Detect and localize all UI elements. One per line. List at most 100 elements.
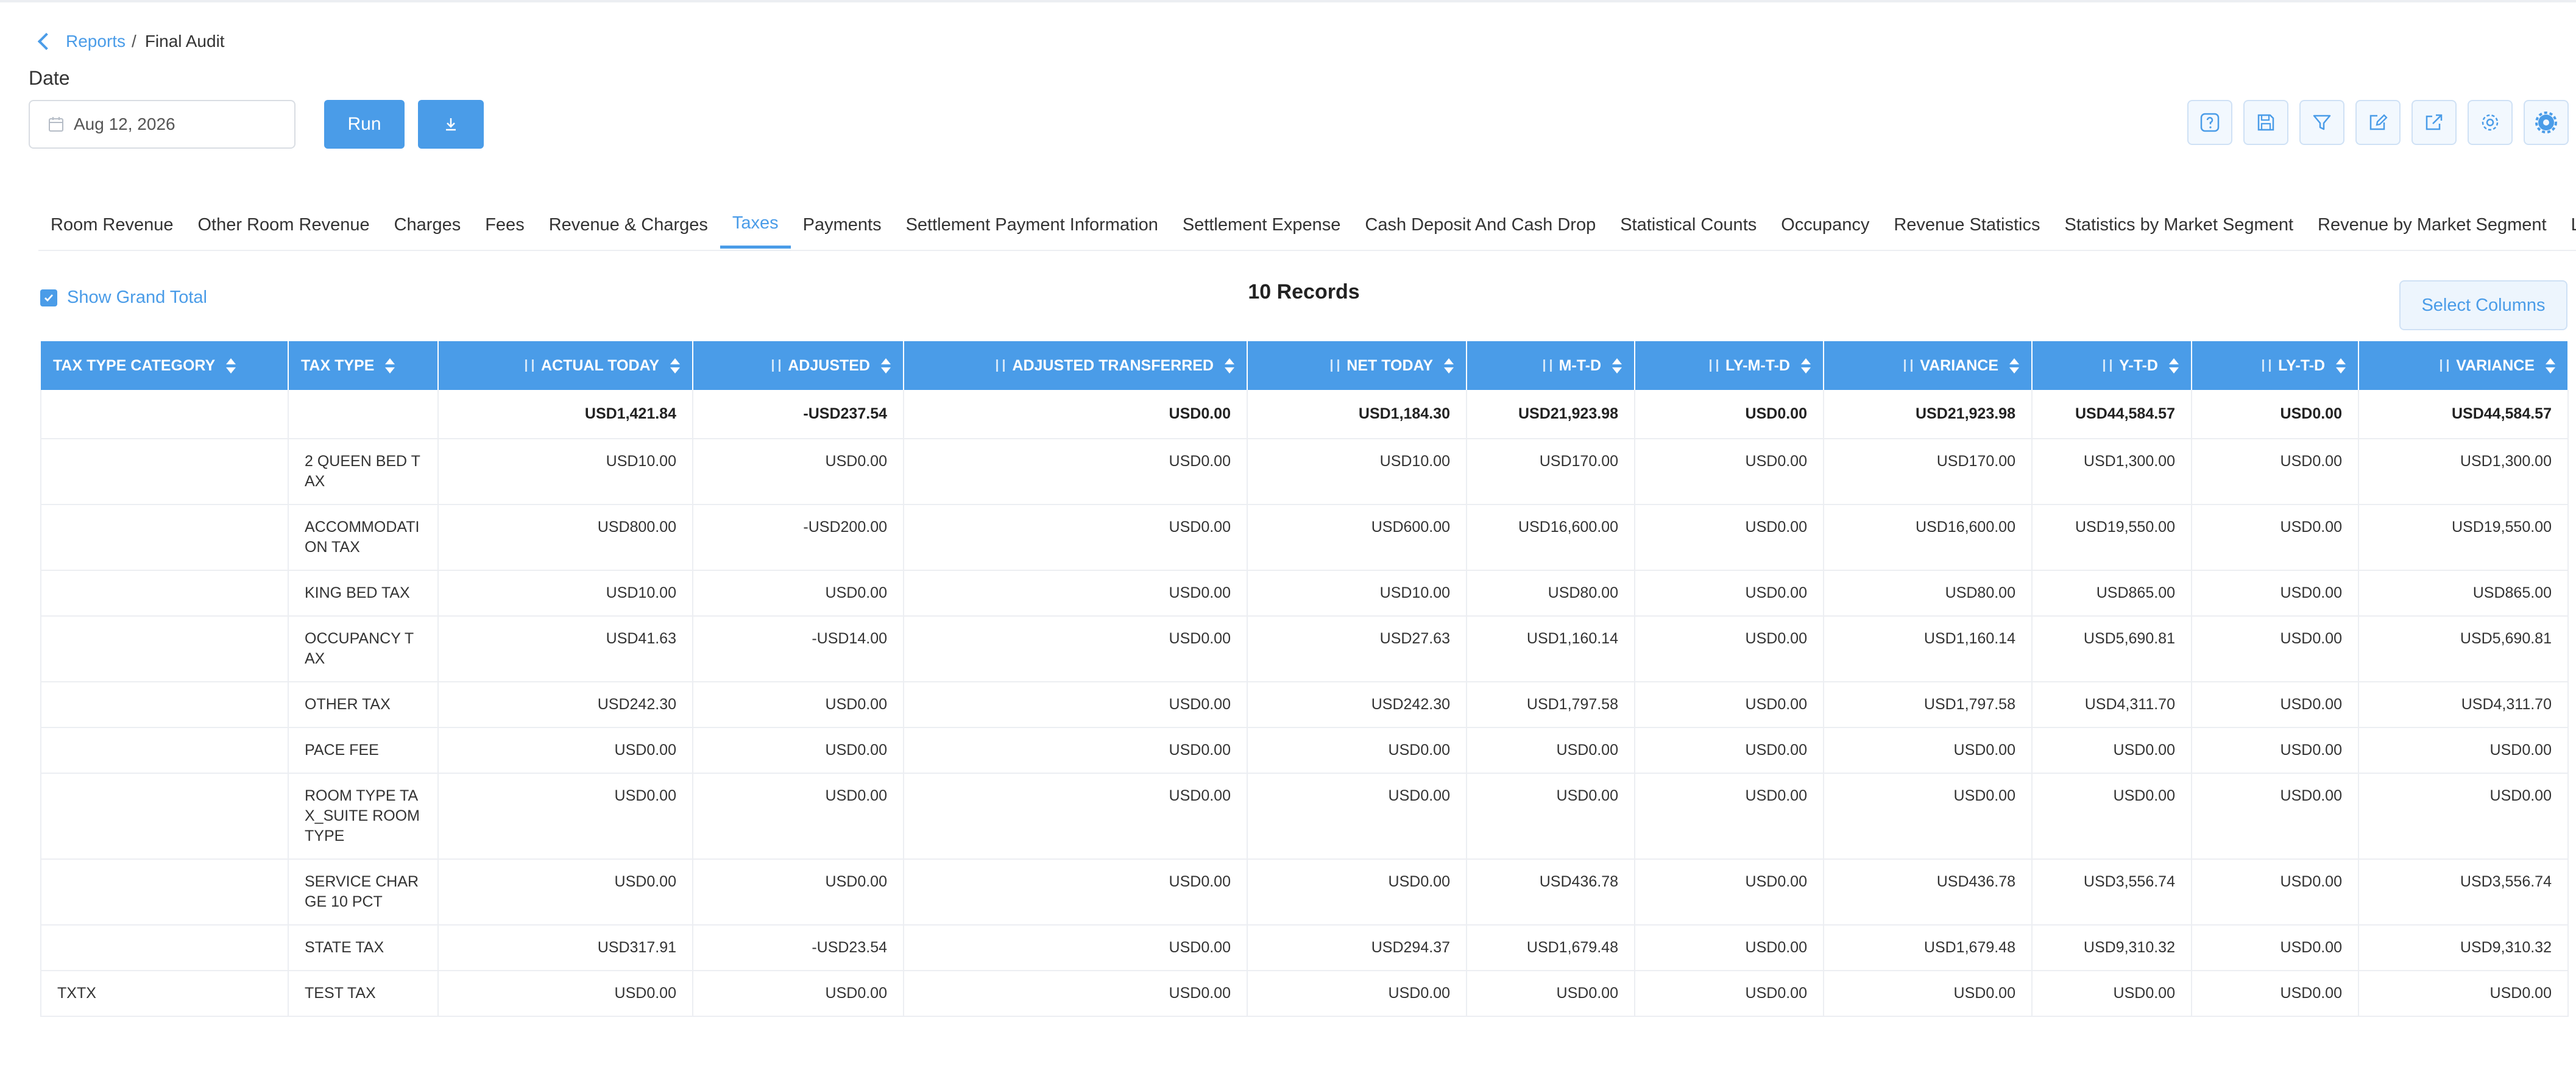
save-button[interactable] xyxy=(2243,100,2288,145)
table-cell: USD1,160.14 xyxy=(1824,616,2033,682)
column-resize-icon[interactable] xyxy=(2262,359,2271,372)
table-cell: USD0.00 xyxy=(438,727,693,774)
sort-icon[interactable] xyxy=(1801,358,1811,373)
table-cell: USD436.78 xyxy=(1824,859,2033,926)
column-header-adjusted[interactable]: ADJUSTED xyxy=(693,341,904,390)
column-header-variance[interactable]: VARIANCE xyxy=(1824,341,2033,390)
column-header-y-t-d[interactable]: Y-T-D xyxy=(2032,341,2192,390)
column-resize-icon[interactable] xyxy=(772,359,781,372)
save-icon xyxy=(2257,114,2274,131)
column-header-label: TAX TYPE CATEGORY xyxy=(53,356,216,374)
tab-statistical-counts[interactable]: Statistical Counts xyxy=(1608,201,1769,249)
tab-revenue-by-market-segment[interactable]: Revenue by Market Segment xyxy=(2305,201,2559,249)
table-cell: USD9,310.32 xyxy=(2358,925,2569,971)
table-cell: USD10.00 xyxy=(438,439,693,505)
advanced-settings-button[interactable] xyxy=(2524,100,2569,145)
table-cell: USD0.00 xyxy=(438,971,693,1017)
run-button[interactable]: Run xyxy=(324,100,405,149)
sort-icon[interactable] xyxy=(2546,358,2555,373)
table-cell: -USD237.54 xyxy=(693,390,904,439)
table-row: ROOM TYPE TAX_SUITE ROOM TYPE USD0.00 USD0… xyxy=(40,773,2569,860)
table-cell: USD0.00 xyxy=(2192,727,2359,774)
table-cell: USD10.00 xyxy=(1247,439,1467,505)
table-cell: USD0.00 xyxy=(1247,971,1467,1017)
table-cell: USD0.00 xyxy=(693,439,904,505)
table-cell xyxy=(40,727,289,774)
column-resize-icon[interactable] xyxy=(1709,359,1718,372)
table-cell: USD436.78 xyxy=(1467,859,1635,926)
column-header-ly-m-t-d[interactable]: LY-M-T-D xyxy=(1635,341,1824,390)
column-resize-icon[interactable] xyxy=(1543,359,1552,372)
sort-icon[interactable] xyxy=(1225,358,1234,373)
filter-button[interactable] xyxy=(2299,100,2344,145)
column-resize-icon[interactable] xyxy=(2103,359,2112,372)
column-resize-icon[interactable] xyxy=(996,359,1005,372)
breadcrumb-reports-link[interactable]: Reports xyxy=(66,32,126,51)
select-columns-button[interactable]: Select Columns xyxy=(2399,280,2567,330)
table-cell: USD0.00 xyxy=(693,727,904,774)
sort-icon[interactable] xyxy=(2336,358,2346,373)
table-cell: USD0.00 xyxy=(2192,682,2359,728)
tab-payments[interactable]: Payments xyxy=(791,201,894,249)
sort-icon[interactable] xyxy=(385,358,395,373)
download-button[interactable] xyxy=(418,100,484,149)
tab-revenue-statistics[interactable]: Revenue Statistics xyxy=(1881,201,2052,249)
table-cell: USD0.00 xyxy=(438,773,693,860)
show-grand-total-checkbox[interactable]: Show Grand Total xyxy=(40,288,207,308)
sort-icon[interactable] xyxy=(2169,358,2179,373)
table-cell: USD44,584.57 xyxy=(2358,390,2569,439)
table-cell: USD1,300.00 xyxy=(2032,439,2192,505)
table-cell: USD170.00 xyxy=(1467,439,1635,505)
table-cell: USD317.91 xyxy=(438,925,693,971)
table-cell xyxy=(40,925,289,971)
date-picker-input[interactable]: Aug 12, 2026 xyxy=(29,100,295,149)
table-cell: USD9,310.32 xyxy=(2032,925,2192,971)
tab-room-revenue[interactable]: Room Revenue xyxy=(38,201,186,249)
tab-occupancy[interactable]: Occupancy xyxy=(1769,201,1881,249)
sort-icon[interactable] xyxy=(1444,358,1454,373)
table-cell: USD242.30 xyxy=(1247,682,1467,728)
table-cell: USD865.00 xyxy=(2032,570,2192,617)
taxes-table: TAX TYPE CATEGORY TAX TYPE ACTUAL TODAY ADJ… xyxy=(40,341,2569,1017)
column-header-adjusted-transferred[interactable]: ADJUSTED TRANSFERRED xyxy=(904,341,1248,390)
tab-statistics-by-market-segment[interactable]: Statistics by Market Segment xyxy=(2053,201,2306,249)
edit-button[interactable] xyxy=(2355,100,2401,145)
tab-revenue-charges[interactable]: Revenue & Charges xyxy=(537,201,720,249)
column-header-label: TAX TYPE xyxy=(301,356,375,374)
column-resize-icon[interactable] xyxy=(525,359,534,372)
column-header-m-t-d[interactable]: M-T-D xyxy=(1467,341,1635,390)
tab-settlement-expense[interactable]: Settlement Expense xyxy=(1170,201,1353,249)
tab-taxes[interactable]: Taxes xyxy=(720,201,791,249)
checkbox-checked-icon xyxy=(40,289,57,306)
tab-cash-deposit-and-cash-drop[interactable]: Cash Deposit And Cash Drop xyxy=(1353,201,1608,249)
tab-settlement-payment-information[interactable]: Settlement Payment Information xyxy=(894,201,1170,249)
column-resize-icon[interactable] xyxy=(1904,359,1913,372)
table-cell: USD80.00 xyxy=(1824,570,2033,617)
table-cell xyxy=(40,570,289,617)
column-header-net-today[interactable]: NET TODAY xyxy=(1247,341,1467,390)
chevron-left-icon[interactable] xyxy=(37,32,55,51)
tab-fees[interactable]: Fees xyxy=(473,201,536,249)
filter-icon xyxy=(2313,115,2331,130)
column-header-ly-t-d[interactable]: LY-T-D xyxy=(2192,341,2359,390)
table-cell: USD865.00 xyxy=(2358,570,2569,617)
sort-icon[interactable] xyxy=(226,358,236,373)
sort-icon[interactable] xyxy=(881,358,891,373)
sort-icon[interactable] xyxy=(2009,358,2019,373)
tab-local-m[interactable]: Local M xyxy=(2559,201,2576,249)
sort-icon[interactable] xyxy=(1612,358,1622,373)
open-external-button[interactable] xyxy=(2411,100,2457,145)
sort-icon[interactable] xyxy=(670,358,680,373)
column-resize-icon[interactable] xyxy=(1331,359,1340,372)
tab-other-room-revenue[interactable]: Other Room Revenue xyxy=(186,201,382,249)
table-cell: USD294.37 xyxy=(1247,925,1467,971)
column-header-tax-type[interactable]: TAX TYPE xyxy=(288,341,439,390)
help-button[interactable] xyxy=(2187,100,2232,145)
settings-button[interactable] xyxy=(2468,100,2513,145)
column-header-tax-type-category[interactable]: TAX TYPE CATEGORY xyxy=(41,341,289,390)
tab-charges[interactable]: Charges xyxy=(382,201,473,249)
table-cell: USD27.63 xyxy=(1247,616,1467,682)
column-header-actual-today[interactable]: ACTUAL TODAY xyxy=(438,341,693,390)
column-resize-icon[interactable] xyxy=(2440,359,2449,372)
column-header-variance-ytd[interactable]: VARIANCE xyxy=(2358,341,2569,390)
